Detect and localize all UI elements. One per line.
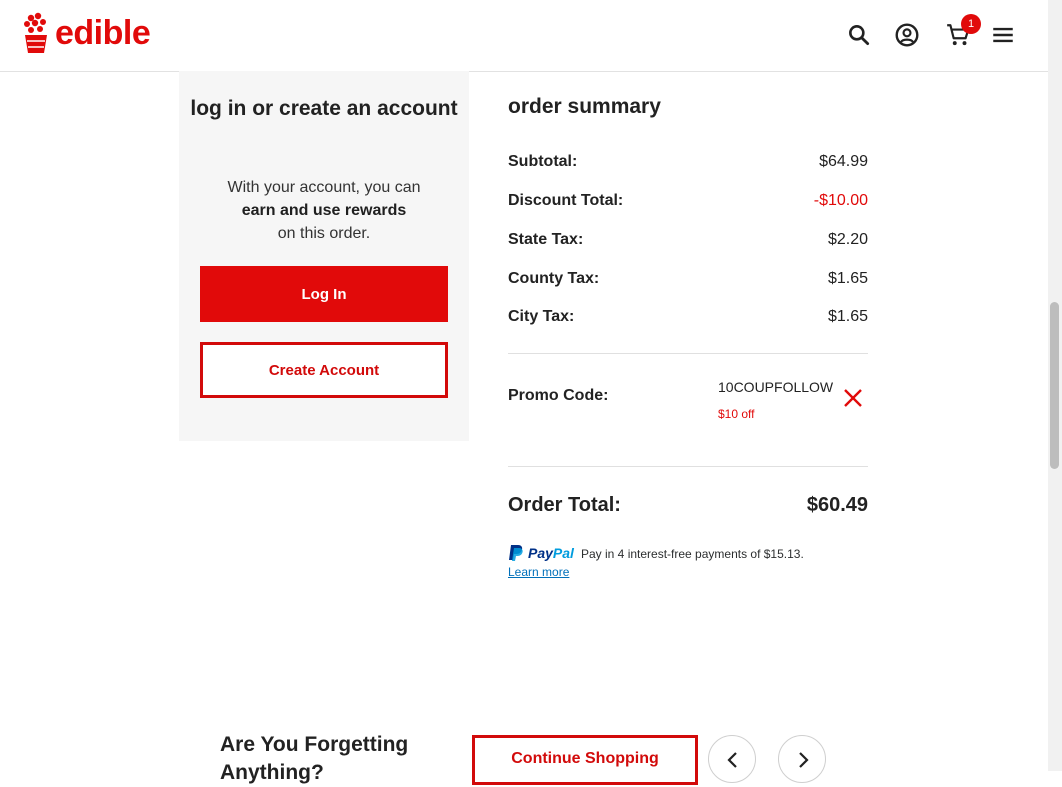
city-tax-row: City Tax: $1.65 <box>508 308 868 332</box>
edible-logo[interactable]: edible <box>22 10 151 56</box>
scrollbar-thumb[interactable] <box>1050 302 1059 469</box>
account-desc-line1: With your account, you can <box>227 179 421 196</box>
paypal-icon <box>509 545 523 561</box>
search-icon[interactable] <box>846 22 872 48</box>
paypal-word-b: Pal <box>552 545 574 561</box>
create-account-button[interactable]: Create Account <box>200 342 448 398</box>
row-value: $64.99 <box>819 153 868 170</box>
promo-code: 10COUPFOLLOW <box>718 379 834 395</box>
menu-icon[interactable] <box>990 22 1016 48</box>
row-label: County Tax: <box>508 270 600 287</box>
paypal-word-a: Pay <box>528 545 553 561</box>
site-header: edible 1 <box>0 0 1048 72</box>
account-title: log in or create an account <box>190 97 458 120</box>
divider <box>508 353 868 354</box>
row-value: -$10.00 <box>813 192 868 209</box>
row-value: $2.20 <box>827 231 868 248</box>
brand-name: edible <box>55 14 151 52</box>
row-value: $1.65 <box>827 308 868 325</box>
remove-promo-close-icon[interactable] <box>842 387 864 409</box>
order-total-label: Order Total: <box>508 494 621 516</box>
chevron-left-icon <box>727 752 737 768</box>
forgetting-anything-heading: Are You Forgetting Anything? <box>220 733 409 784</box>
row-label: Discount Total: <box>508 192 624 209</box>
row-label: State Tax: <box>508 231 584 248</box>
promo-label: Promo Code: <box>508 387 609 404</box>
paypal-learn-more-link[interactable]: Learn more <box>508 565 569 579</box>
edible-logo-icon <box>24 12 47 53</box>
account-desc-line3: on this order. <box>277 225 371 242</box>
row-label: City Tax: <box>508 308 575 325</box>
account-panel: log in or create an account With your ac… <box>179 71 469 441</box>
account-icon[interactable] <box>894 22 920 48</box>
paypal-installment-text: Pay in 4 interest-free payments of $15.1… <box>581 547 804 561</box>
cart-count-badge: 1 <box>961 14 981 34</box>
divider <box>508 466 868 467</box>
discount-row: Discount Total: -$10.00 <box>508 192 868 216</box>
subtotal-row: Subtotal: $64.99 <box>508 153 868 177</box>
state-tax-row: State Tax: $2.20 <box>508 231 868 255</box>
login-button[interactable]: Log In <box>200 266 448 322</box>
order-total-value: $60.49 <box>806 494 868 516</box>
row-label: Subtotal: <box>508 153 578 170</box>
account-desc-rewards: earn and use rewards <box>241 202 407 219</box>
promo-discount-note: $10 off <box>718 407 755 421</box>
account-description: With your account, you can earn and use … <box>179 176 469 245</box>
carousel-prev-button[interactable] <box>708 735 756 783</box>
paypal-wordmark: PayPal <box>528 545 574 561</box>
carousel-next-button[interactable] <box>778 735 826 783</box>
chevron-right-icon <box>799 752 809 768</box>
summary-title: order summary <box>508 95 661 118</box>
row-value: $1.65 <box>827 270 868 287</box>
continue-shopping-button[interactable]: Continue Shopping <box>472 735 698 785</box>
county-tax-row: County Tax: $1.65 <box>508 270 868 294</box>
